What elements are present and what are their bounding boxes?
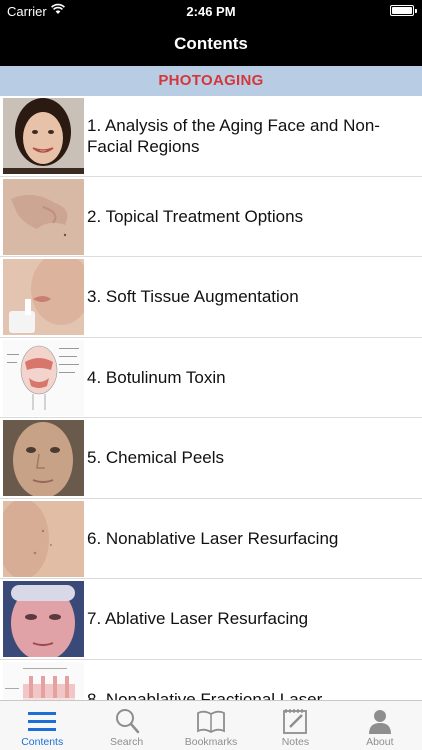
tab-notes[interactable]: Notes xyxy=(253,701,337,750)
tab-bar: Contents Search Bookmarks Notes About xyxy=(0,700,422,750)
list-item[interactable]: 5. Chemical Peels xyxy=(0,418,422,499)
tab-label: Bookmarks xyxy=(184,736,238,748)
notepad-icon xyxy=(283,709,308,734)
treated-face-thumbnail xyxy=(3,581,84,657)
status-time: 2:46 PM xyxy=(186,4,236,19)
section-title: PHOTOAGING xyxy=(158,72,264,89)
tab-contents[interactable]: Contents xyxy=(0,701,84,750)
cheek-skin-thumbnail xyxy=(3,500,84,577)
section-header: PHOTOAGING xyxy=(0,66,422,96)
person-icon xyxy=(368,710,391,734)
status-bar: Carrier 2:46 PM xyxy=(0,0,422,22)
list-item[interactable]: 3. Soft Tissue Augmentation xyxy=(0,257,422,338)
tab-about[interactable]: About xyxy=(338,701,422,750)
tab-label: Search xyxy=(109,736,144,748)
list-item[interactable]: 4. Botulinum Toxin xyxy=(0,337,422,418)
contents-list[interactable]: 1. Analysis of the Aging Face and Non-Fa… xyxy=(0,96,422,700)
face-closeup-thumbnail xyxy=(3,420,84,496)
page-title: Contents xyxy=(174,34,248,53)
list-item-label: 2. Topical Treatment Options xyxy=(87,206,304,226)
tab-label: Notes xyxy=(281,736,310,748)
book-icon xyxy=(197,710,225,734)
list-item[interactable]: 1. Analysis of the Aging Face and Non-Fa… xyxy=(0,96,422,177)
skin-lesion-thumbnail xyxy=(3,178,84,255)
list-item-label: 7. Ablative Laser Resurfacing xyxy=(87,609,309,629)
list-item-label: 8. Nonablative Fractional Laser xyxy=(87,689,323,700)
list-item[interactable]: 7. Ablative Laser Resurfacing xyxy=(0,579,422,660)
tab-bookmarks[interactable]: Bookmarks xyxy=(169,701,253,750)
tab-label: Contents xyxy=(21,736,64,748)
navigation-bar: Contents xyxy=(0,22,422,66)
list-item-label: 3. Soft Tissue Augmentation xyxy=(87,287,299,307)
smiling-face-thumbnail xyxy=(3,98,84,174)
list-item-label: 6. Nonablative Laser Resurfacing xyxy=(87,528,339,548)
list-item[interactable]: 8. Nonablative Fractional Laser xyxy=(0,659,422,700)
tab-label: About xyxy=(366,736,394,748)
lip-injection-thumbnail xyxy=(3,259,84,335)
list-icon xyxy=(28,712,57,731)
search-icon xyxy=(115,709,139,734)
tab-search[interactable]: Search xyxy=(84,701,168,750)
skin-layers-diagram-thumbnail xyxy=(3,661,84,700)
list-item[interactable]: 2. Topical Treatment Options xyxy=(0,176,422,257)
battery-icon xyxy=(390,5,417,16)
list-item[interactable]: 6. Nonablative Laser Resurfacing xyxy=(0,498,422,579)
list-item-label: 4. Botulinum Toxin xyxy=(87,367,226,387)
list-item-label: 5. Chemical Peels xyxy=(87,448,225,468)
facial-muscle-diagram-thumbnail xyxy=(3,339,84,416)
list-item-label: 1. Analysis of the Aging Face and Non-Fa… xyxy=(87,115,380,156)
